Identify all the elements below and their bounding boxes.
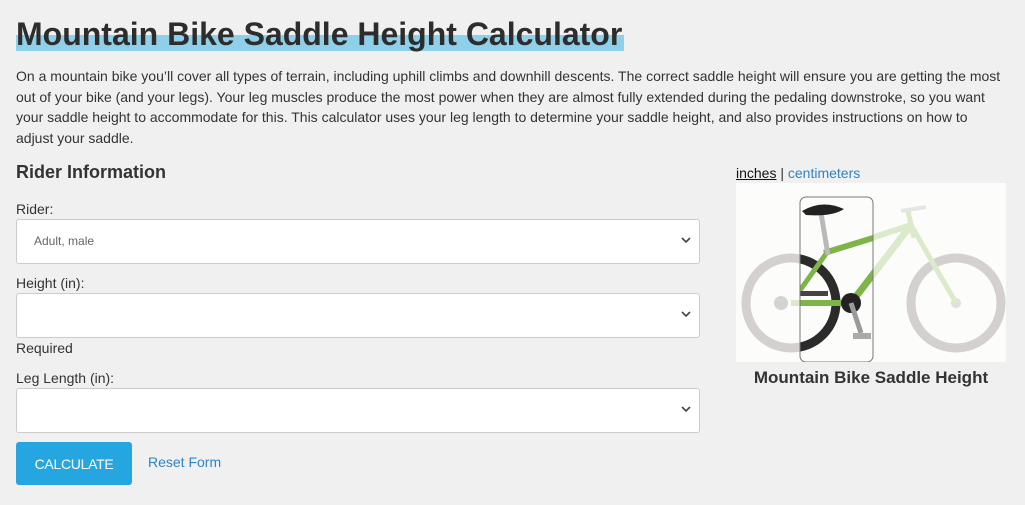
chevron-down-icon	[681, 311, 691, 318]
centimeters-link[interactable]: centimeters	[788, 165, 860, 181]
height-select[interactable]	[16, 293, 700, 338]
unit-toggle: inches | centimeters	[736, 165, 860, 181]
rider-label: Rider:	[16, 201, 54, 217]
inches-link[interactable]: inches	[736, 165, 776, 181]
page-title: Mountain Bike Saddle Height Calculator	[16, 16, 625, 52]
bike-illustration	[736, 183, 1006, 362]
leg-length-label: Leg Length (in):	[16, 370, 115, 386]
rider-select[interactable]: Adult, male	[16, 219, 700, 264]
section-title-rider-information: Rider Information	[16, 162, 167, 182]
mountain-bike-icon	[741, 196, 1006, 362]
leg-length-select[interactable]	[16, 388, 700, 433]
reset-form-link[interactable]: Reset Form	[148, 454, 221, 470]
chevron-down-icon	[681, 237, 691, 244]
calculate-button[interactable]: CALCULATE	[16, 442, 132, 485]
bike-caption: Mountain Bike Saddle Height	[753, 368, 989, 387]
rider-select-value: Adult, male	[34, 234, 95, 248]
unit-separator: |	[776, 165, 788, 181]
height-label: Height (in):	[16, 275, 85, 291]
intro-paragraph: On a mountain bike you’ll cover all type…	[16, 68, 1001, 146]
chevron-down-icon	[681, 406, 691, 413]
height-required-message: Required	[16, 340, 73, 356]
page-title-wrap: Mountain Bike Saddle Height Calculator	[16, 14, 625, 54]
